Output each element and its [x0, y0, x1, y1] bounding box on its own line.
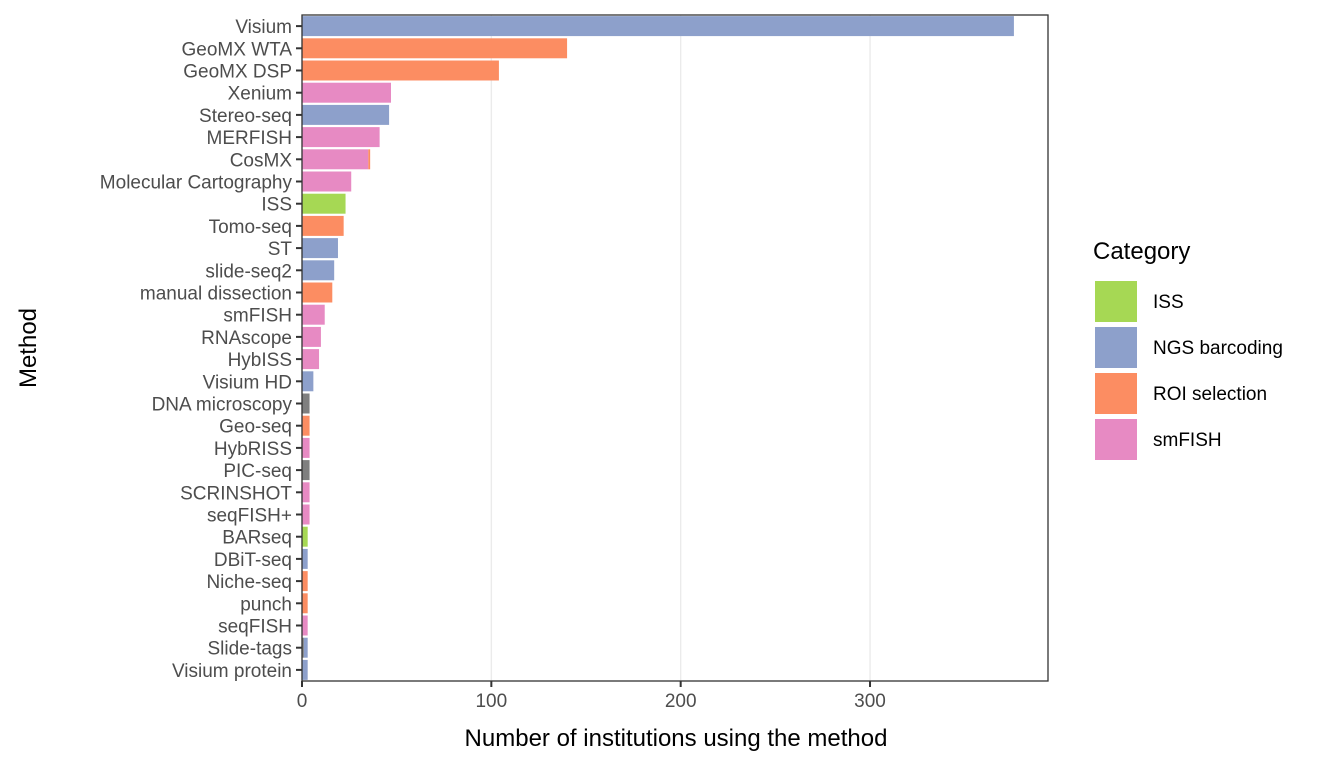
legend-label: smFISH — [1153, 430, 1222, 451]
y-tick-label: Xenium — [228, 84, 292, 105]
x-tick-label: 0 — [297, 691, 308, 712]
y-tick-label: DNA microscopy — [152, 395, 293, 416]
bar-segment — [302, 482, 310, 503]
y-tick-label: Slide-tags — [208, 639, 293, 660]
y-tick-label: Molecular Cartography — [100, 173, 293, 194]
bar-segment — [302, 304, 325, 325]
y-tick-label: Niche-seq — [206, 572, 292, 593]
x-tick-label: 300 — [854, 691, 886, 712]
y-tick-label: Tomo-seq — [209, 217, 292, 238]
y-tick-label: Visium HD — [203, 372, 292, 393]
bar-segment — [302, 437, 310, 458]
y-tick-label: ISS — [261, 195, 292, 216]
bar-segment — [302, 371, 314, 392]
bar-segment — [302, 615, 308, 636]
bar-segment — [302, 60, 499, 81]
y-tick-label: HybRISS — [214, 439, 292, 460]
y-tick-label: DBiT-seq — [214, 550, 292, 571]
y-tick-label: ST — [268, 239, 293, 260]
y-axis-title: Method — [15, 308, 42, 388]
y-tick-label: GeoMX DSP — [183, 62, 292, 83]
y-tick-label: MERFISH — [207, 128, 293, 149]
y-tick-label: HybISS — [228, 350, 292, 371]
bar-segment — [368, 149, 371, 170]
y-tick-label: smFISH — [223, 306, 292, 327]
legend-label: ROI selection — [1153, 384, 1267, 405]
y-tick-label: Geo-seq — [219, 417, 292, 438]
bar-segment — [302, 326, 321, 347]
bar-segment — [302, 548, 308, 569]
bar-segment — [302, 238, 338, 259]
bar-segment — [302, 16, 1014, 37]
x-axis-title: Number of institutions using the method — [465, 725, 888, 752]
bar-segment — [302, 460, 310, 481]
legend-swatch — [1095, 419, 1137, 460]
y-tick-label: slide-seq2 — [205, 261, 292, 282]
legend-swatch — [1095, 327, 1137, 368]
bar-segment — [302, 659, 308, 680]
bar-segment — [302, 149, 369, 170]
y-tick-label: Stereo-seq — [199, 106, 292, 127]
y-tick-label: PIC-seq — [223, 461, 292, 482]
bar-segment — [302, 415, 310, 436]
y-tick-label: seqFISH — [218, 617, 292, 638]
bar-chart: VisiumGeoMX WTAGeoMX DSPXeniumStereo-seq… — [15, 14, 1283, 752]
legend-swatch — [1095, 373, 1137, 414]
legend-label: ISS — [1153, 292, 1184, 313]
panel-background — [302, 15, 1048, 681]
x-axis: 0 100 200 300 — [297, 681, 886, 712]
legend: Category ISS NGS barcoding ROI selection sm… — [1093, 238, 1283, 460]
bar-segment — [302, 193, 346, 214]
bar-segment — [302, 526, 308, 547]
bar-segment — [302, 571, 308, 592]
bar-segment — [302, 282, 333, 303]
bar-segment — [303, 637, 308, 658]
bar-segment — [302, 260, 335, 281]
x-tick-label: 100 — [475, 691, 507, 712]
bar-segment — [302, 393, 310, 414]
y-tick-label: Visium — [235, 17, 292, 38]
bar-segment — [302, 504, 310, 525]
y-tick-label: GeoMX WTA — [182, 39, 293, 60]
y-tick-label: seqFISH+ — [207, 506, 292, 527]
bar-segment — [302, 104, 390, 125]
bar-segment — [302, 215, 344, 236]
bar-segment — [302, 593, 308, 614]
x-tick-label: 200 — [665, 691, 697, 712]
y-tick-label: CosMX — [230, 150, 293, 171]
y-tick-label: manual dissection — [140, 284, 292, 305]
y-tick-label: Visium protein — [172, 661, 292, 682]
plot-panel — [302, 15, 1048, 681]
bar-segment — [302, 127, 380, 148]
legend-label: NGS barcoding — [1153, 338, 1283, 359]
legend-title: Category — [1093, 238, 1190, 265]
legend-swatch — [1095, 281, 1137, 322]
y-tick-label: SCRINSHOT — [180, 483, 292, 504]
y-tick-label: punch — [240, 594, 292, 615]
y-tick-label: RNAscope — [201, 328, 292, 349]
y-tick-label: BARseq — [222, 528, 292, 549]
bar-segment — [302, 38, 568, 59]
bar-segment — [302, 349, 320, 370]
bar-segment — [302, 82, 391, 103]
bar-segment — [302, 171, 352, 192]
y-axis: VisiumGeoMX WTAGeoMX DSPXeniumStereo-seq… — [100, 17, 302, 682]
